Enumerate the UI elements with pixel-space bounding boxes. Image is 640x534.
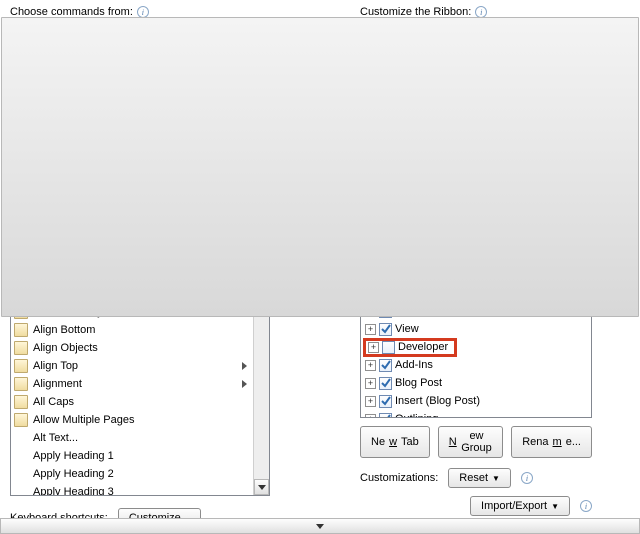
- checkbox[interactable]: [379, 395, 392, 408]
- tree-item-tab[interactable]: + Insert (Blog Post): [361, 392, 581, 410]
- command-label: All Caps: [33, 396, 251, 408]
- command-label: Apply Heading 1: [33, 450, 251, 462]
- command-item[interactable]: Allow Multiple Pages: [11, 411, 253, 429]
- reset-button[interactable]: Reset ▼: [448, 468, 511, 488]
- command-icon: [13, 466, 29, 482]
- customizations-label: Customizations:: [360, 472, 438, 484]
- checkbox[interactable]: [379, 359, 392, 372]
- expand-icon[interactable]: +: [365, 378, 376, 389]
- command-label: Alignment: [33, 378, 238, 390]
- expand-icon[interactable]: +: [368, 342, 379, 353]
- tree-item-tab[interactable]: + Blog Post: [361, 374, 581, 392]
- command-icon: [13, 376, 29, 392]
- command-item[interactable]: Align Top: [11, 357, 253, 375]
- scroll-down-button[interactable]: [0, 518, 640, 534]
- command-icon: [13, 430, 29, 446]
- command-label: Alt Text...: [33, 432, 251, 444]
- command-icon: [13, 358, 29, 374]
- checkbox[interactable]: [379, 377, 392, 390]
- customize-ribbon-dialog: Choose commands from: i Commands Not in …: [0, 0, 640, 534]
- tree-label: Outlining: [395, 413, 438, 417]
- command-item[interactable]: Apply Heading 1: [11, 447, 253, 465]
- command-label: Allow Multiple Pages: [33, 414, 251, 426]
- checkbox[interactable]: [379, 323, 392, 336]
- command-label: Apply Heading 3: [33, 486, 251, 495]
- tree-item-tab[interactable]: + Outlining: [361, 410, 581, 417]
- command-item[interactable]: Apply Heading 2: [11, 465, 253, 483]
- expand-icon[interactable]: +: [365, 414, 376, 418]
- import-export-button[interactable]: Import/Export ▼: [470, 496, 570, 516]
- scroll-down-button[interactable]: [254, 479, 269, 495]
- info-icon[interactable]: i: [580, 500, 592, 512]
- tree-label: Blog Post: [395, 377, 442, 389]
- checkbox[interactable]: [382, 341, 395, 354]
- expand-icon[interactable]: +: [365, 360, 376, 371]
- new-group-button[interactable]: New Group: [438, 426, 503, 458]
- checkbox[interactable]: [379, 413, 392, 418]
- new-tab-button[interactable]: New Tab: [360, 426, 430, 458]
- command-item[interactable]: Align Bottom: [11, 321, 253, 339]
- highlight-annotation: + Developer: [363, 338, 457, 357]
- scroll-thumb[interactable]: [1, 17, 639, 317]
- tree-label: Add-Ins: [395, 359, 433, 371]
- right-column: Customize the Ribbon: i Main Tabs Main T…: [360, 6, 592, 528]
- command-icon: [13, 322, 29, 338]
- rename-button[interactable]: Rename...: [511, 426, 592, 458]
- command-label: Align Top: [33, 360, 238, 372]
- command-label: Align Bottom: [33, 324, 251, 336]
- tree-label: Insert (Blog Post): [395, 395, 480, 407]
- tree-label: Developer: [398, 341, 448, 353]
- chevron-down-icon: [316, 524, 324, 529]
- command-label: Align Objects: [33, 342, 251, 354]
- chevron-down-icon: [258, 485, 266, 490]
- info-icon[interactable]: i: [521, 472, 533, 484]
- tabs-tree[interactable]: Main Tabs −Home+Clipboard+Font+Paragraph…: [360, 48, 592, 418]
- command-icon: [13, 448, 29, 464]
- command-icon: [13, 412, 29, 428]
- command-item[interactable]: Apply Heading 3: [11, 483, 253, 495]
- command-item[interactable]: Alignment: [11, 375, 253, 393]
- tree-item-tab[interactable]: + Developer: [361, 338, 581, 356]
- command-item[interactable]: Align Objects: [11, 339, 253, 357]
- expand-icon[interactable]: +: [365, 396, 376, 407]
- command-item[interactable]: All Caps: [11, 393, 253, 411]
- tree-item-tab[interactable]: + Add-Ins: [361, 356, 581, 374]
- expand-icon[interactable]: +: [365, 324, 376, 335]
- submenu-chevron-icon: [242, 362, 247, 370]
- command-icon: [13, 484, 29, 495]
- scrollbar[interactable]: [581, 49, 591, 417]
- command-icon: [13, 394, 29, 410]
- tree-item-tab[interactable]: + View: [361, 320, 581, 338]
- submenu-chevron-icon: [242, 380, 247, 388]
- tree-label: View: [395, 323, 419, 335]
- command-item[interactable]: Alt Text...: [11, 429, 253, 447]
- command-icon: [13, 340, 29, 356]
- command-label: Apply Heading 2: [33, 468, 251, 480]
